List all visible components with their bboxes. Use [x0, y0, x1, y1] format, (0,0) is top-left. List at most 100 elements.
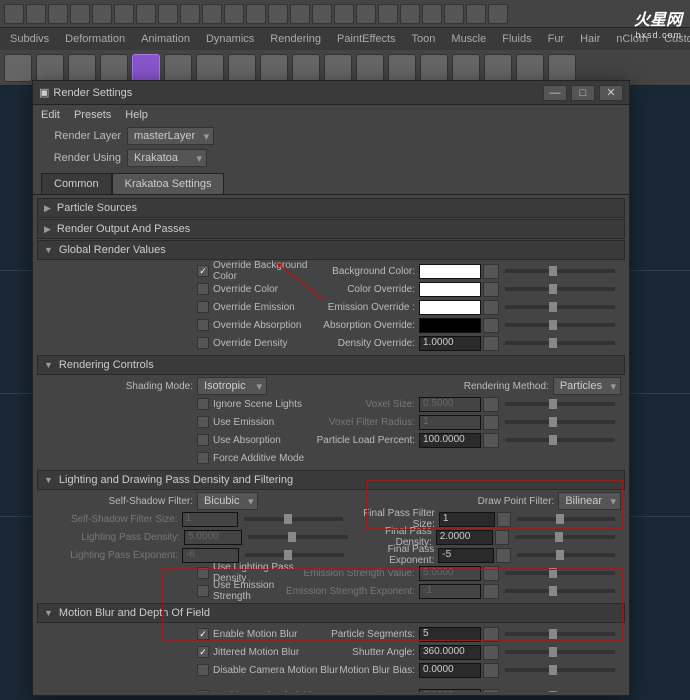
checkbox[interactable]: [197, 283, 209, 295]
shading-mode-dropdown[interactable]: Isotropic: [197, 377, 267, 395]
toolbar-icon[interactable]: [202, 4, 222, 24]
checkbox[interactable]: [197, 434, 209, 446]
toolbar-icon[interactable]: [180, 4, 200, 24]
shelf-icon[interactable]: [356, 54, 384, 82]
maximize-button[interactable]: □: [571, 85, 595, 101]
close-button[interactable]: ✕: [599, 85, 623, 101]
toolbar-icon[interactable]: [26, 4, 46, 24]
toolbar-icon[interactable]: [356, 4, 376, 24]
map-slot[interactable]: [483, 264, 499, 279]
section-render-output[interactable]: ▶Render Output And Passes: [37, 219, 625, 239]
color-swatch[interactable]: [419, 264, 481, 279]
map-slot[interactable]: [495, 530, 510, 545]
value-input[interactable]: 360.0000: [419, 645, 481, 660]
map-slot[interactable]: [497, 512, 511, 527]
shelf-icon[interactable]: [324, 54, 352, 82]
slider[interactable]: [505, 668, 615, 672]
shelf-icon[interactable]: [68, 54, 96, 82]
shelf-icon[interactable]: [164, 54, 192, 82]
slider[interactable]: [505, 571, 615, 575]
checkbox[interactable]: [197, 265, 209, 277]
draw-point-filter-dropdown[interactable]: Bilinear: [558, 492, 621, 510]
checkbox[interactable]: [197, 337, 209, 349]
map-slot[interactable]: [483, 282, 499, 297]
slider[interactable]: [505, 305, 615, 309]
map-slot[interactable]: [483, 433, 499, 448]
map-slot[interactable]: [483, 300, 499, 315]
map-slot[interactable]: [483, 627, 499, 642]
panel-body[interactable]: ▶Particle Sources ▶Render Output And Pas…: [33, 194, 629, 692]
toolbar-icon[interactable]: [312, 4, 332, 24]
toolbar-icon[interactable]: [158, 4, 178, 24]
section-rendering-controls[interactable]: ▼Rendering Controls: [37, 355, 625, 375]
shelf-tab[interactable]: Dynamics: [200, 31, 260, 47]
rendering-method-dropdown[interactable]: Particles: [553, 377, 621, 395]
shelf-tab[interactable]: Deformation: [59, 31, 131, 47]
tab-krakatoa-settings[interactable]: Krakatoa Settings: [112, 173, 225, 194]
shelf-icon[interactable]: [228, 54, 256, 82]
map-slot[interactable]: [483, 689, 499, 693]
value-input[interactable]: 1.0000: [419, 336, 481, 351]
shelf-icon[interactable]: [548, 54, 576, 82]
checkbox[interactable]: [197, 416, 209, 428]
shelf-icon[interactable]: [388, 54, 416, 82]
map-slot[interactable]: [483, 645, 499, 660]
shelf-icon[interactable]: [484, 54, 512, 82]
shelf-tab[interactable]: Rendering: [264, 31, 327, 47]
slider[interactable]: [505, 589, 615, 593]
checkbox[interactable]: [197, 664, 209, 676]
toolbar-icon[interactable]: [268, 4, 288, 24]
shelf-tab[interactable]: Fur: [542, 31, 571, 47]
map-slot[interactable]: [483, 318, 499, 333]
checkbox[interactable]: [197, 646, 209, 658]
shelf-tab[interactable]: Muscle: [445, 31, 492, 47]
shelf-tab[interactable]: PaintEffects: [331, 31, 402, 47]
color-swatch[interactable]: [419, 318, 481, 333]
slider[interactable]: [517, 553, 615, 557]
menu-help[interactable]: Help: [125, 109, 148, 121]
shelf-icon[interactable]: [420, 54, 448, 82]
shelf-icon[interactable]: [132, 54, 160, 82]
checkbox[interactable]: [197, 398, 209, 410]
map-slot[interactable]: [483, 663, 499, 678]
section-lighting[interactable]: ▼Lighting and Drawing Pass Density and F…: [37, 470, 625, 490]
section-particle-sources[interactable]: ▶Particle Sources: [37, 198, 625, 218]
map-slot[interactable]: [483, 584, 499, 599]
slider[interactable]: [505, 650, 615, 654]
toolbar-icon[interactable]: [422, 4, 442, 24]
shelf-icon[interactable]: [292, 54, 320, 82]
map-slot[interactable]: [483, 397, 499, 412]
toolbar-icon[interactable]: [400, 4, 420, 24]
shelf-icon[interactable]: [4, 54, 32, 82]
checkbox[interactable]: [197, 301, 209, 313]
menu-presets[interactable]: Presets: [74, 109, 111, 121]
checkbox[interactable]: [197, 690, 209, 692]
checkbox[interactable]: [197, 628, 209, 640]
section-global-render[interactable]: ▼Global Render Values: [37, 240, 625, 260]
color-swatch[interactable]: [419, 300, 481, 315]
toolbar-icon[interactable]: [334, 4, 354, 24]
color-swatch[interactable]: [419, 282, 481, 297]
toolbar-icon[interactable]: [290, 4, 310, 24]
titlebar[interactable]: ▣ Render Settings — □ ✕: [33, 81, 629, 105]
render-using-dropdown[interactable]: Krakatoa: [127, 149, 207, 167]
minimize-button[interactable]: —: [543, 85, 567, 101]
slider[interactable]: [244, 517, 343, 521]
slider[interactable]: [517, 517, 615, 521]
toolbar-icon[interactable]: [70, 4, 90, 24]
toolbar-icon[interactable]: [466, 4, 486, 24]
slider[interactable]: [505, 287, 615, 291]
checkbox[interactable]: [197, 567, 209, 579]
slider[interactable]: [505, 341, 615, 345]
section-motion-blur[interactable]: ▼Motion Blur and Depth Of Field: [37, 603, 625, 623]
shelf-icon[interactable]: [516, 54, 544, 82]
shelf-tab[interactable]: Subdivs: [4, 31, 55, 47]
toolbar-icon[interactable]: [114, 4, 134, 24]
toolbar-icon[interactable]: [488, 4, 508, 24]
shelf-icon[interactable]: [196, 54, 224, 82]
shelf-tab[interactable]: Fluids: [496, 31, 537, 47]
slider[interactable]: [505, 323, 615, 327]
map-slot[interactable]: [496, 548, 510, 563]
tab-common[interactable]: Common: [41, 173, 112, 194]
toolbar-icon[interactable]: [136, 4, 156, 24]
